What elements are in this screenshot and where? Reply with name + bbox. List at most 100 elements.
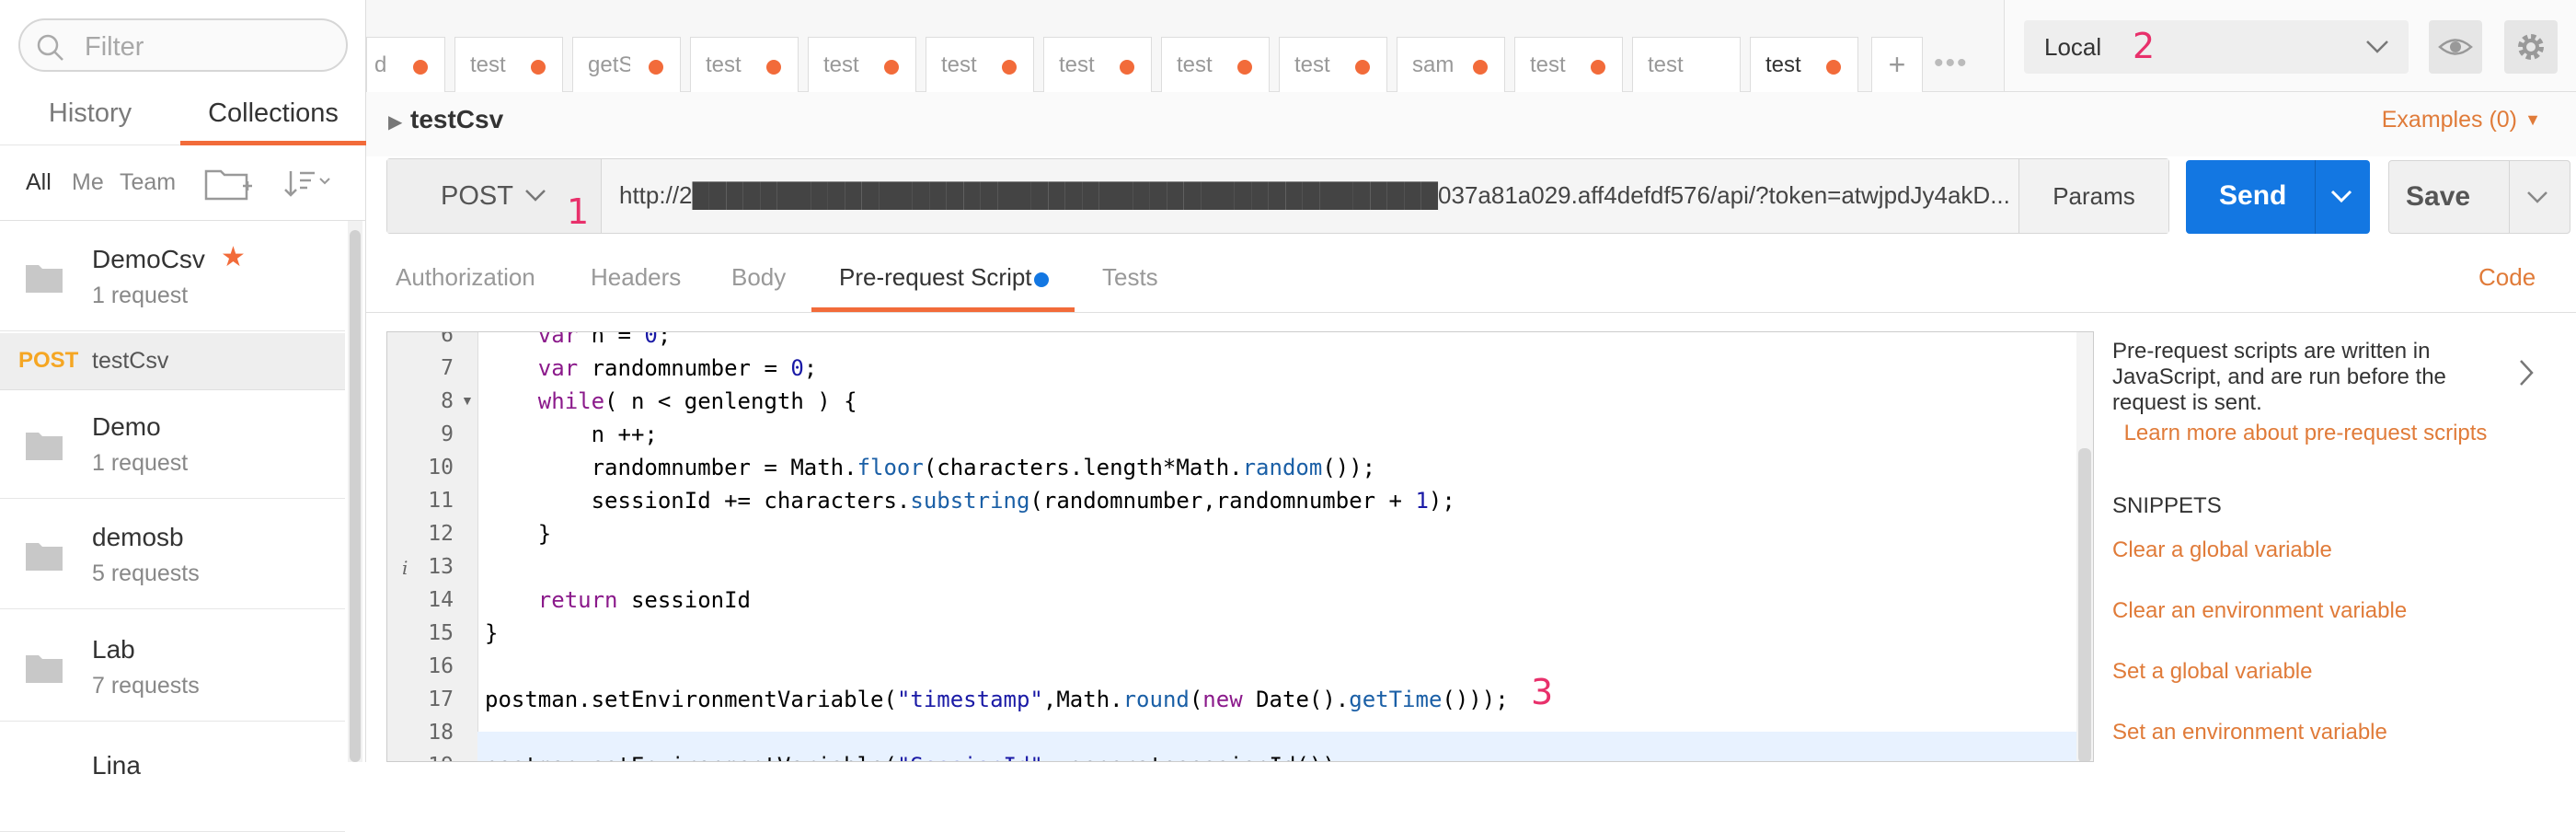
- collection-item[interactable]: Lina: [0, 723, 345, 832]
- snippet-set-environment[interactable]: Set an environment variable: [2112, 720, 2387, 745]
- collection-item[interactable]: DemoCsv ★ 1 request: [0, 223, 345, 331]
- annotation-2: 2: [2133, 26, 2156, 66]
- unsaved-dot: [884, 60, 899, 75]
- info-icon[interactable]: i: [402, 557, 408, 579]
- snippet-set-global[interactable]: Set a global variable: [2112, 659, 2312, 685]
- snippet-clear-environment[interactable]: Clear an environment variable: [2112, 598, 2407, 624]
- collection-count: 5 requests: [92, 560, 200, 586]
- request-tab[interactable]: test: [1514, 37, 1623, 94]
- filter-input[interactable]: [83, 31, 335, 63]
- send-button[interactable]: Send: [2186, 160, 2370, 234]
- request-tab-label: getS: [588, 52, 630, 77]
- unsaved-dot: [1120, 60, 1134, 75]
- request-tab[interactable]: test: [1632, 37, 1741, 94]
- snippet-clear-global[interactable]: Clear a global variable: [2112, 537, 2332, 563]
- collection-name: Demo: [92, 412, 161, 441]
- code-line[interactable]: while( n < genlength ) {: [485, 388, 857, 414]
- request-tab[interactable]: test: [1279, 37, 1387, 94]
- fold-arrow-icon[interactable]: ▼: [461, 393, 474, 408]
- params-button[interactable]: Params: [2018, 159, 2168, 233]
- collection-count: 7 requests: [92, 673, 200, 699]
- tab-tests[interactable]: Tests: [1102, 263, 1158, 292]
- settings-button[interactable]: [2504, 20, 2558, 74]
- sort-icon[interactable]: [282, 168, 337, 201]
- request-title[interactable]: testCsv: [410, 105, 503, 134]
- collapse-panel-icon[interactable]: [2517, 357, 2536, 388]
- collection-count: 1 request: [92, 283, 189, 308]
- code-line[interactable]: n ++;: [485, 422, 658, 447]
- collection-name: Lina: [92, 751, 141, 780]
- request-tab[interactable]: test: [1043, 37, 1152, 94]
- collection-item[interactable]: Demo 1 request: [0, 390, 345, 499]
- unsaved-dot: [1355, 60, 1370, 75]
- send-dropdown-icon[interactable]: [2329, 188, 2353, 206]
- line-number: 6: [441, 331, 454, 347]
- request-row[interactable]: POST testCsv: [0, 333, 345, 390]
- request-tab[interactable]: getS: [572, 37, 681, 94]
- request-tab[interactable]: test: [1750, 37, 1858, 94]
- line-number: 18: [428, 721, 454, 745]
- save-button[interactable]: Save: [2388, 160, 2570, 234]
- line-number: 11: [428, 489, 454, 513]
- code-line[interactable]: }: [485, 620, 498, 646]
- save-dropdown-icon[interactable]: [2525, 189, 2549, 207]
- code-line[interactable]: var randomnumber = 0;: [485, 355, 817, 381]
- caret-right-icon[interactable]: ▶: [388, 110, 402, 133]
- request-tab-label: test: [706, 52, 742, 77]
- request-tab[interactable]: test: [690, 37, 799, 94]
- request-tab-label: test: [1765, 52, 1801, 77]
- tab-history[interactable]: History: [0, 92, 180, 145]
- unsaved-dot: [1591, 60, 1605, 75]
- filter-team[interactable]: Team: [120, 169, 176, 196]
- more-tabs-icon[interactable]: •••: [1934, 48, 1969, 79]
- request-tab[interactable]: test: [1161, 37, 1270, 94]
- unsaved-dot: [531, 60, 546, 75]
- url-input[interactable]: http://2████████████████████████████████…: [619, 181, 2054, 210]
- star-icon[interactable]: ★: [221, 241, 246, 273]
- filter-box[interactable]: [18, 18, 348, 72]
- tab-body[interactable]: Body: [731, 263, 786, 292]
- line-number: 14: [428, 588, 454, 612]
- request-tab[interactable]: test: [454, 37, 563, 94]
- code-link[interactable]: Code: [2478, 263, 2536, 292]
- unsaved-dot: [1002, 60, 1017, 75]
- examples-link[interactable]: Examples (0): [2382, 107, 2517, 133]
- code-line[interactable]: }: [485, 521, 551, 547]
- collection-item[interactable]: Lab 7 requests: [0, 613, 345, 722]
- unsaved-dot: [1237, 60, 1252, 75]
- tab-headers[interactable]: Headers: [591, 263, 681, 292]
- code-line[interactable]: var n = 0;: [485, 332, 672, 348]
- learn-more-link[interactable]: Learn more about pre-request scripts: [2112, 418, 2499, 449]
- request-sub-tabs: Authorization Headers Body Pre-request S…: [366, 239, 2576, 313]
- filter-all[interactable]: All: [26, 169, 52, 196]
- filter-me[interactable]: Me: [72, 169, 104, 196]
- code-line[interactable]: return sessionId: [485, 587, 751, 613]
- new-tab-button[interactable]: +: [1871, 37, 1923, 94]
- tab-collections[interactable]: Collections: [180, 92, 366, 145]
- unsaved-dot: [1826, 60, 1841, 75]
- code-line[interactable]: postman.setEnvironmentVariable("SessionI…: [485, 753, 1349, 761]
- request-tab-label: test: [1530, 52, 1566, 77]
- request-method: POST: [18, 348, 79, 373]
- line-number: 17: [428, 688, 454, 711]
- code-line[interactable]: postman.setEnvironmentVariable("timestam…: [485, 687, 1509, 712]
- collection-item[interactable]: demosb 5 requests: [0, 501, 345, 609]
- editor-scrollbar-thumb[interactable]: [2078, 448, 2091, 761]
- tab-authorization[interactable]: Authorization: [396, 263, 535, 292]
- request-tab[interactable]: test: [926, 37, 1034, 94]
- examples-caret-icon[interactable]: ▼: [2524, 110, 2541, 130]
- code-line[interactable]: sessionId += characters.substring(random…: [485, 488, 1455, 514]
- request-tab[interactable]: d: [366, 37, 445, 94]
- eye-button[interactable]: [2429, 20, 2482, 74]
- request-tab[interactable]: sam: [1397, 37, 1505, 94]
- panel-description: Pre-request scripts are written in JavaS…: [2112, 339, 2446, 415]
- code-line[interactable]: randomnumber = Math.floor(characters.len…: [485, 455, 1376, 480]
- new-folder-icon[interactable]: [204, 166, 254, 202]
- tab-pre-request-script[interactable]: Pre-request Script: [839, 263, 1032, 292]
- script-editor[interactable]: 6 var n = 0; 7 var randomnumber = 0; 8 whi…: [386, 331, 2094, 762]
- sidebar-scrollbar-thumb[interactable]: [350, 230, 361, 762]
- search-icon: [37, 34, 63, 61]
- request-tab[interactable]: test: [808, 37, 916, 94]
- environment-select[interactable]: Local: [2024, 20, 2409, 74]
- request-name-row: ▶ testCsv Examples (0) ▼: [366, 92, 2576, 156]
